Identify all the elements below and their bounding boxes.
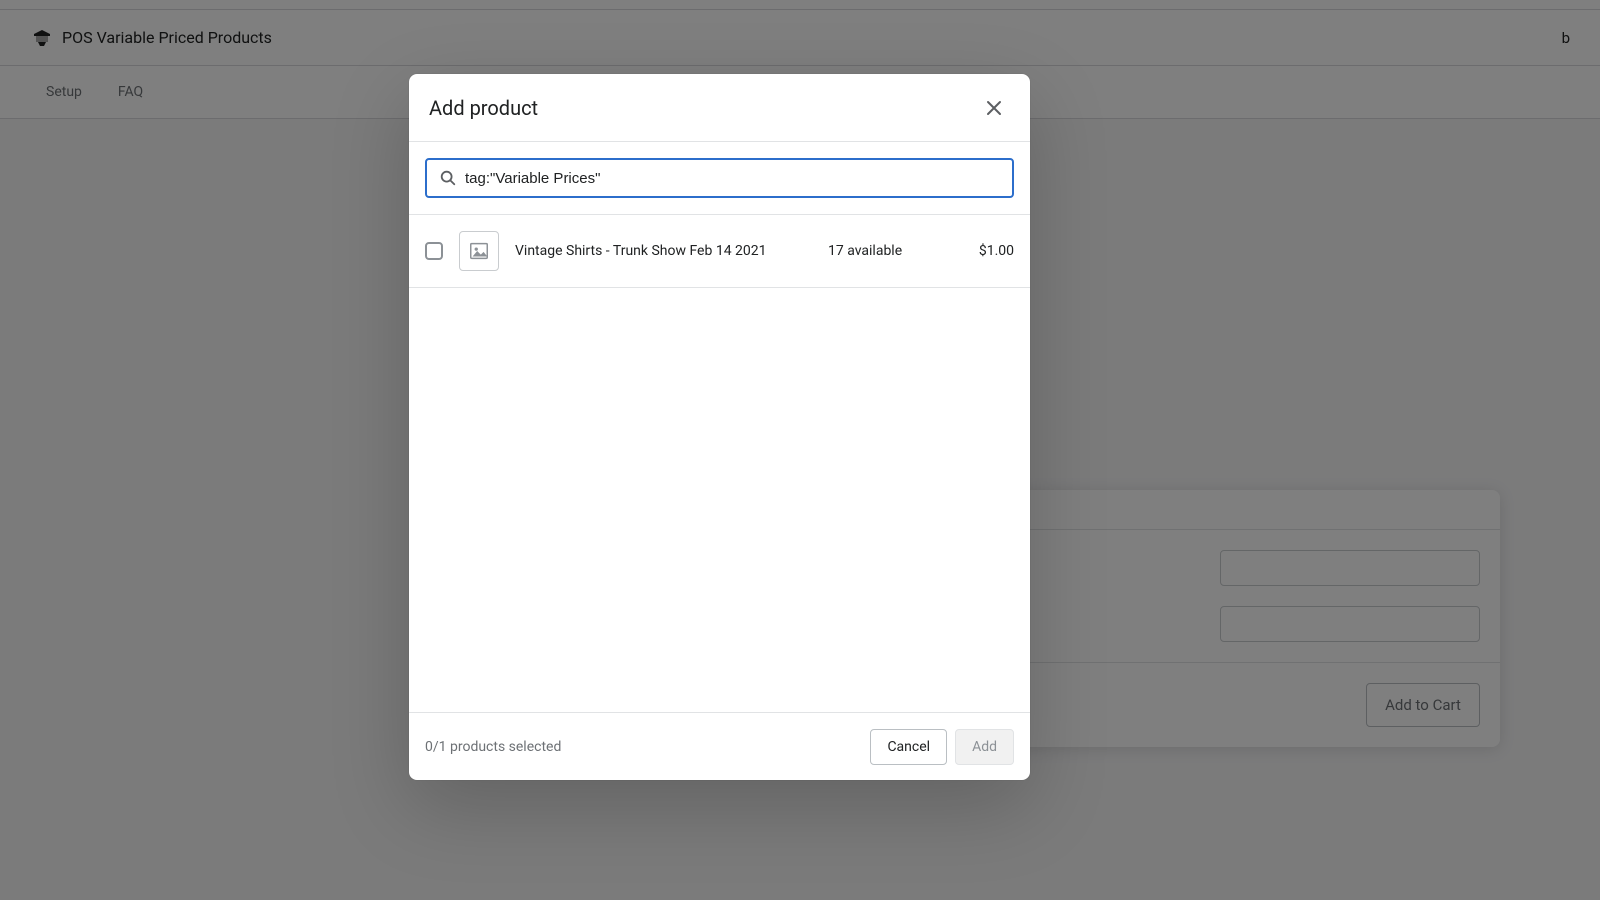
search-field-wrap[interactable] <box>425 158 1014 198</box>
modal-header: Add product <box>409 74 1030 142</box>
add-product-modal: Add product <box>409 74 1030 780</box>
product-thumbnail <box>459 231 499 271</box>
search-input[interactable] <box>465 170 1000 187</box>
search-row <box>409 142 1030 215</box>
modal-footer: 0/1 products selected Cancel Add <box>409 712 1030 780</box>
product-list: Vintage Shirts - Trunk Show Feb 14 2021 … <box>409 215 1030 712</box>
product-name: Vintage Shirts - Trunk Show Feb 14 2021 <box>515 243 812 259</box>
modal-title: Add product <box>429 96 538 120</box>
add-label: Add <box>972 739 997 755</box>
product-checkbox[interactable] <box>425 242 443 260</box>
close-icon <box>984 98 1004 118</box>
product-row[interactable]: Vintage Shirts - Trunk Show Feb 14 2021 … <box>409 215 1030 288</box>
product-price: $1.00 <box>954 243 1014 259</box>
add-button[interactable]: Add <box>955 729 1014 765</box>
modal-close-button[interactable] <box>978 92 1010 124</box>
search-icon <box>439 169 457 187</box>
cancel-label: Cancel <box>887 739 930 755</box>
cancel-button[interactable]: Cancel <box>870 729 947 765</box>
selection-count: 0/1 products selected <box>425 739 561 755</box>
image-placeholder-icon <box>468 240 490 262</box>
product-availability: 17 available <box>828 243 938 259</box>
